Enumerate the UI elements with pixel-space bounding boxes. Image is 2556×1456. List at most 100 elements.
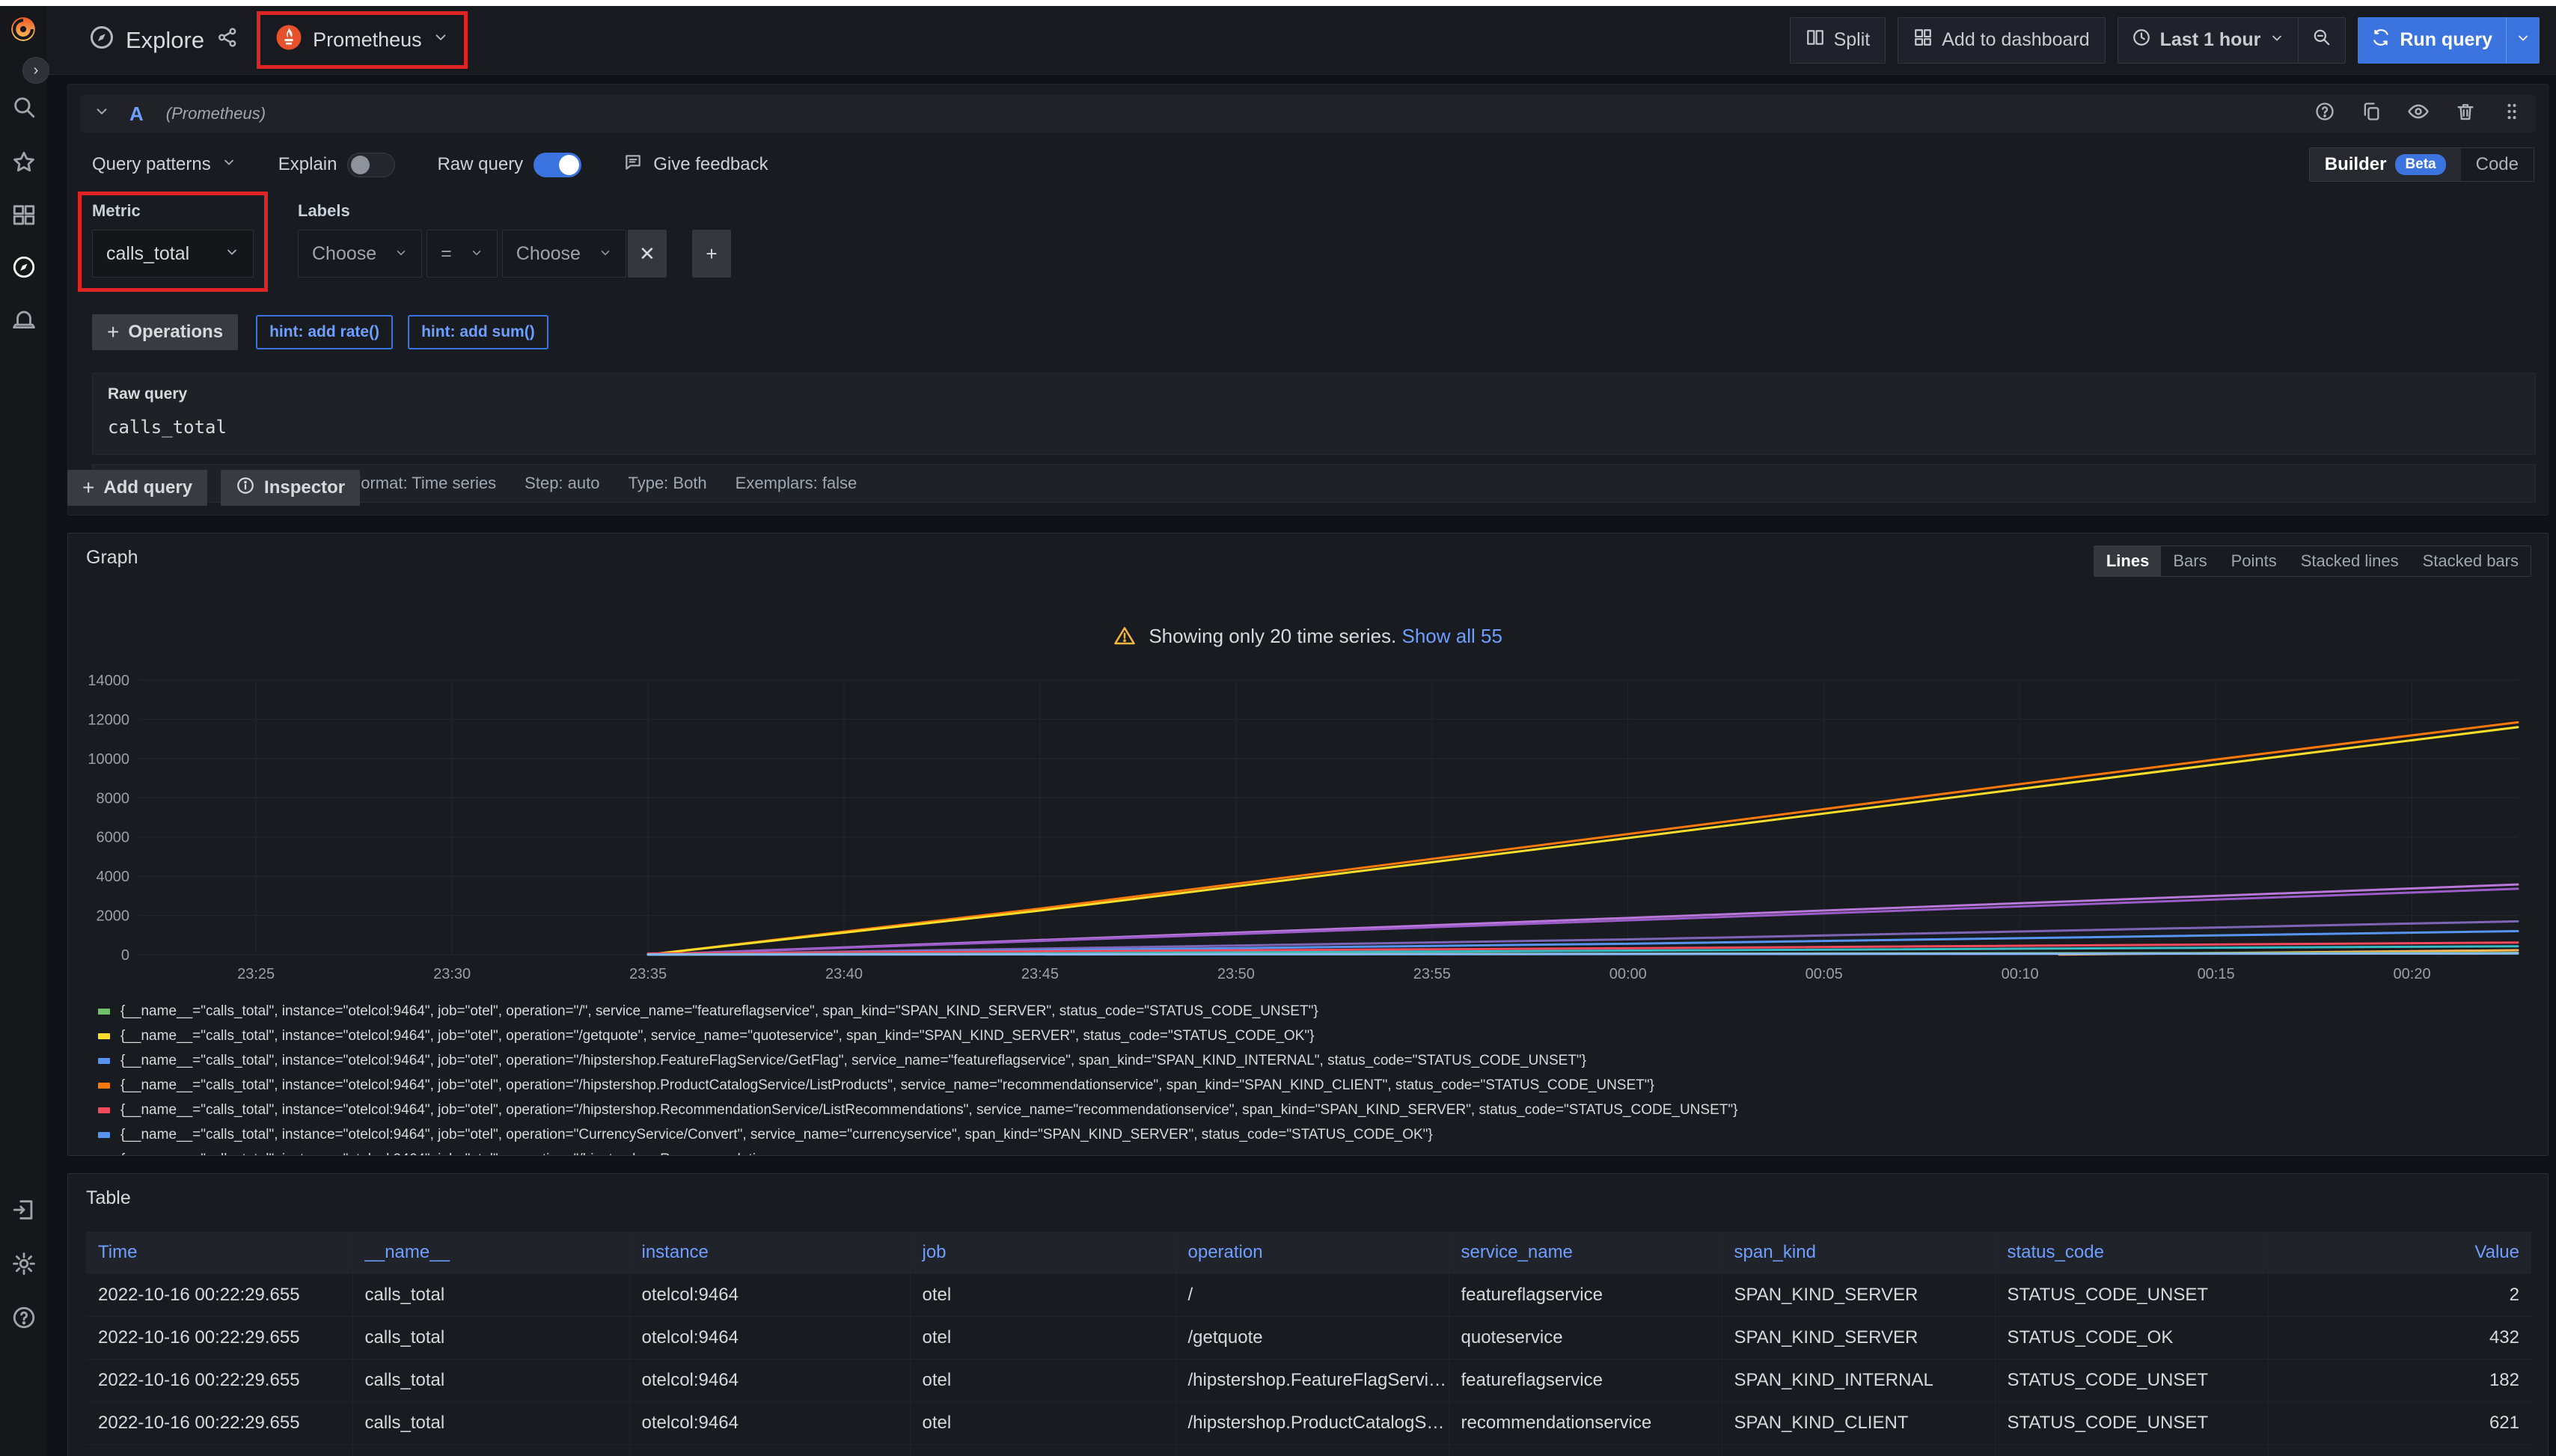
add-to-dashboard-button[interactable]: Add to dashboard bbox=[1898, 17, 2105, 64]
legend-item-3[interactable]: {__name__="calls_total", instance="otelc… bbox=[98, 1073, 2530, 1098]
table-cell: otel bbox=[910, 1401, 1175, 1444]
remove-label-filter-button[interactable]: ✕ bbox=[628, 230, 667, 278]
legend-item-4[interactable]: {__name__="calls_total", instance="otelc… bbox=[98, 1098, 2530, 1122]
query-patterns-dropdown[interactable]: Query patterns bbox=[92, 154, 236, 175]
table-cell: STATUS_CODE_UNSET bbox=[1995, 1444, 2268, 1456]
hide-query-eye-icon[interactable] bbox=[2407, 100, 2430, 128]
legend-item-6[interactable]: {__name__="calls_total", instance="otelc… bbox=[98, 1147, 2530, 1156]
metric-labels-row: Metric calls_total Labels Choose = bbox=[92, 201, 2536, 292]
add-query-button[interactable]: + Add query bbox=[67, 470, 207, 506]
explain-toggle[interactable] bbox=[347, 153, 395, 177]
give-feedback-link[interactable]: Give feedback bbox=[623, 153, 768, 177]
time-range-button[interactable]: Last 1 hour bbox=[2118, 18, 2299, 63]
table-cell: SPAN_KIND_CLIENT bbox=[1722, 1401, 1995, 1444]
graph-mode-bars[interactable]: Bars bbox=[2161, 546, 2219, 576]
column-header--name-[interactable]: __name__ bbox=[352, 1232, 629, 1273]
options-summary-item-3: Type: Both bbox=[628, 474, 706, 493]
starred-icon[interactable] bbox=[11, 150, 37, 175]
table-panel: Table Time__name__instancejoboperationse… bbox=[67, 1173, 2549, 1456]
svg-text:00:20: 00:20 bbox=[2394, 966, 2431, 982]
collapse-chevron-icon[interactable] bbox=[94, 103, 110, 125]
table-cell: STATUS_CODE_UNSET bbox=[1995, 1273, 2268, 1316]
help-icon[interactable] bbox=[11, 1305, 37, 1330]
search-icon[interactable] bbox=[11, 94, 37, 120]
column-header-instance[interactable]: instance bbox=[629, 1232, 910, 1273]
metric-select[interactable]: calls_total bbox=[92, 230, 254, 278]
table-row: 2022-10-16 00:22:29.655calls_totalotelco… bbox=[86, 1401, 2531, 1444]
column-header-value[interactable]: Value bbox=[2268, 1232, 2531, 1273]
duplicate-query-icon[interactable] bbox=[2361, 101, 2382, 127]
raw-query-toggle[interactable] bbox=[533, 153, 581, 177]
table-row: 2022-10-16 00:22:29.655calls_totalotelco… bbox=[86, 1359, 2531, 1401]
alerting-bell-icon[interactable] bbox=[11, 307, 37, 332]
sign-in-icon[interactable] bbox=[11, 1197, 37, 1223]
run-query-button[interactable]: Run query bbox=[2358, 17, 2506, 64]
clock-icon bbox=[2132, 28, 2151, 52]
table-cell: 2022-10-16 00:22:29.655 bbox=[86, 1273, 352, 1316]
prometheus-logo-icon bbox=[275, 24, 302, 56]
raw-query-toggle-group: Raw query bbox=[437, 153, 581, 177]
dashboards-icon[interactable] bbox=[11, 202, 37, 227]
legend-series-label: {__name__="calls_total", instance="otelc… bbox=[120, 1028, 1314, 1044]
graph-mode-lines[interactable]: Lines bbox=[2094, 546, 2161, 576]
graph-mode-stacked-bars[interactable]: Stacked bars bbox=[2411, 546, 2531, 576]
query-help-icon[interactable] bbox=[2314, 101, 2335, 127]
label-operator-select[interactable]: = bbox=[426, 230, 498, 278]
table-cell: otelcol:9464 bbox=[629, 1273, 910, 1316]
column-header-service-name[interactable]: service_name bbox=[1449, 1232, 1722, 1273]
split-button[interactable]: Split bbox=[1790, 17, 1886, 64]
operations-button[interactable]: + Operations bbox=[92, 314, 238, 350]
column-header-status-code[interactable]: status_code bbox=[1995, 1232, 2268, 1273]
inspector-button[interactable]: Inspector bbox=[221, 470, 360, 506]
drag-handle-icon[interactable] bbox=[2501, 101, 2522, 127]
column-header-span-kind[interactable]: span_kind bbox=[1722, 1232, 1995, 1273]
label-value-select[interactable]: Choose bbox=[502, 230, 626, 278]
column-header-job[interactable]: job bbox=[910, 1232, 1175, 1273]
add-label-filter-button[interactable]: + bbox=[692, 230, 731, 278]
table-cell: 432 bbox=[2268, 1316, 2531, 1359]
labels-field-label: Labels bbox=[298, 201, 731, 221]
legend-color-chip bbox=[98, 1058, 110, 1064]
legend-item-2[interactable]: {__name__="calls_total", instance="otelc… bbox=[98, 1048, 2530, 1073]
legend-color-chip bbox=[98, 1033, 110, 1039]
svg-text:10000: 10000 bbox=[88, 751, 129, 768]
table-cell: /hipstershop.ProductCatalogS… bbox=[1175, 1401, 1449, 1444]
builder-tab[interactable]: Builder Beta bbox=[2310, 148, 2461, 181]
results-table: Time__name__instancejoboperationservice_… bbox=[86, 1232, 2531, 1456]
run-query-dropdown[interactable] bbox=[2506, 17, 2540, 64]
split-label: Split bbox=[1834, 29, 1871, 51]
add-to-dashboard-label: Add to dashboard bbox=[1942, 29, 2089, 51]
legend-item-0[interactable]: {__name__="calls_total", instance="otelc… bbox=[98, 999, 2530, 1024]
svg-text:23:35: 23:35 bbox=[629, 966, 667, 982]
options-row[interactable]: Options Legend: AutoFormat: Time seriesS… bbox=[92, 464, 2536, 503]
svg-text:23:30: 23:30 bbox=[433, 966, 471, 982]
hint-button-1[interactable]: hint: add sum() bbox=[408, 315, 548, 349]
hint-button-0[interactable]: hint: add rate() bbox=[256, 315, 393, 349]
zoom-out-time-button[interactable] bbox=[2298, 18, 2345, 63]
legend-item-1[interactable]: {__name__="calls_total", instance="otelc… bbox=[98, 1024, 2530, 1048]
dashboard-grid-icon bbox=[1913, 28, 1933, 52]
svg-text:12000: 12000 bbox=[88, 712, 129, 728]
column-header-operation[interactable]: operation bbox=[1175, 1232, 1449, 1273]
graph-mode-points[interactable]: Points bbox=[2219, 546, 2289, 576]
code-tab[interactable]: Code bbox=[2461, 148, 2534, 181]
sidebar-expand-button[interactable]: › bbox=[22, 57, 49, 84]
label-key-select[interactable]: Choose bbox=[298, 230, 422, 278]
explore-compass-icon[interactable] bbox=[11, 254, 37, 280]
chevron-down-icon bbox=[599, 243, 612, 265]
time-series-chart[interactable]: 0200040006000800010000120001400023:2523:… bbox=[86, 667, 2531, 1000]
graph-mode-stacked-lines[interactable]: Stacked lines bbox=[2289, 546, 2411, 576]
share-icon[interactable] bbox=[216, 26, 239, 54]
grafana-logo-icon[interactable] bbox=[9, 15, 37, 43]
datasource-picker[interactable]: Prometheus bbox=[260, 15, 464, 65]
delete-query-trash-icon[interactable] bbox=[2455, 101, 2476, 127]
table-cell: 621 bbox=[2268, 1444, 2531, 1456]
column-header-time[interactable]: Time bbox=[86, 1232, 352, 1273]
settings-gear-icon[interactable] bbox=[11, 1251, 37, 1276]
legend-item-5[interactable]: {__name__="calls_total", instance="otelc… bbox=[98, 1122, 2530, 1147]
explore-compass-icon bbox=[88, 24, 115, 56]
show-all-series-link[interactable]: Show all 55 bbox=[1402, 625, 1502, 647]
query-patterns-label: Query patterns bbox=[92, 154, 211, 175]
legend-series-label: {__name__="calls_total", instance="otelc… bbox=[120, 1102, 1737, 1119]
query-ref-id[interactable]: A bbox=[129, 103, 144, 126]
